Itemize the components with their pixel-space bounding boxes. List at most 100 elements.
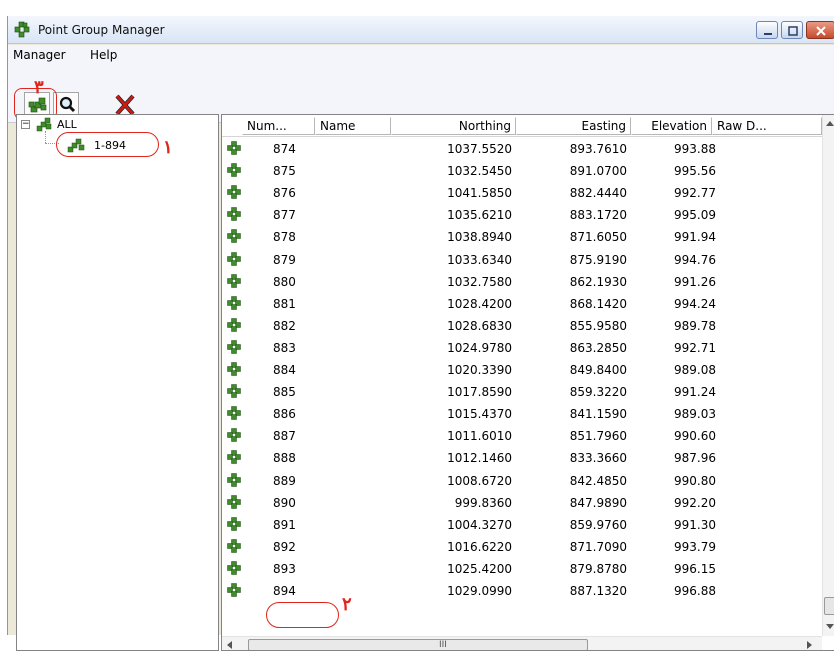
point-number-cell: 891 — [273, 517, 296, 532]
vertical-scrollbar[interactable] — [822, 115, 834, 636]
northing-cell: 1008.6720 — [447, 473, 512, 488]
point-number-cell: 874 — [273, 142, 296, 156]
table-row[interactable]: 878 1038.8940 871.6050 991.94 — [222, 227, 822, 249]
horizontal-scroll-thumb[interactable]: III — [248, 639, 588, 650]
point-number-cell: 875 — [273, 164, 296, 179]
point-icon — [227, 494, 241, 509]
easting-cell: 851.7960 — [569, 429, 627, 444]
delete-button[interactable] — [111, 92, 137, 116]
table-row[interactable]: 883 1024.9780 863.2850 992.71 — [222, 338, 822, 360]
scroll-up-icon[interactable] — [826, 121, 834, 126]
minimize-button[interactable] — [756, 21, 778, 39]
maximize-button[interactable] — [781, 21, 803, 39]
scroll-right-icon[interactable] — [807, 641, 812, 649]
table-row[interactable]: 885 1017.8590 859.3220 991.24 — [222, 382, 822, 404]
table-row[interactable]: 881 1028.4200 868.1420 994.24 — [222, 294, 822, 316]
scroll-left-icon[interactable] — [227, 641, 232, 649]
point-icon — [227, 428, 241, 443]
table-row[interactable]: 894 1029.0990 887.1320 996.88 — [222, 581, 822, 603]
title-bar[interactable]: Point Group Manager — [8, 16, 834, 44]
annotation-ellipse-2 — [266, 602, 339, 628]
table-row[interactable]: 880 1032.7580 862.1930 991.26 — [222, 272, 822, 294]
column-header-easting[interactable]: Easting — [516, 117, 631, 135]
table-row[interactable]: 889 1008.6720 842.4850 990.80 — [222, 471, 822, 493]
northing-cell: 1011.6010 — [447, 429, 512, 444]
easting-cell: 871.7090 — [569, 539, 627, 554]
elevation-cell: 987.96 — [674, 451, 716, 466]
scroll-down-icon[interactable] — [826, 624, 834, 629]
point-icon — [227, 185, 241, 199]
elevation-cell: 991.94 — [674, 230, 716, 245]
easting-cell: 871.6050 — [569, 230, 627, 245]
northing-cell: 1032.7580 — [447, 274, 512, 289]
easting-cell: 859.9760 — [569, 517, 627, 532]
point-group-manager-window: Point Group Manager Manager Help ۳ − ALL… — [7, 16, 834, 651]
easting-cell: 879.8780 — [569, 561, 627, 576]
easting-cell: 833.3660 — [569, 451, 627, 466]
point-number-cell: 878 — [273, 230, 296, 245]
point-number-cell: 888 — [273, 451, 296, 466]
point-number-cell: 889 — [273, 473, 296, 488]
elevation-cell: 993.79 — [674, 539, 716, 554]
table-row[interactable]: 884 1020.3390 849.8400 989.08 — [222, 360, 822, 382]
column-header-name[interactable]: Name — [315, 117, 391, 135]
tree-node-all[interactable]: ALL — [57, 118, 77, 131]
horizontal-scrollbar[interactable]: III — [222, 636, 822, 650]
minimize-icon — [764, 33, 772, 35]
elevation-cell: 991.26 — [674, 274, 716, 289]
table-row[interactable]: 886 1015.4370 841.1590 989.03 — [222, 404, 822, 426]
annotation-number-3: ۳ — [34, 77, 44, 98]
elevation-cell: 992.77 — [674, 186, 716, 201]
table-row[interactable]: 874 1037.5520 893.7610 993.88 — [222, 139, 822, 161]
column-header-elevation[interactable]: Elevation — [631, 117, 712, 135]
vertical-scroll-thumb[interactable] — [824, 597, 834, 615]
elevation-cell: 991.30 — [674, 517, 716, 532]
elevation-cell: 990.80 — [674, 473, 716, 488]
table-row[interactable]: 891 1004.3270 859.9760 991.30 — [222, 515, 822, 537]
menu-manager[interactable]: Manager — [13, 48, 66, 62]
point-number-cell: 887 — [273, 429, 296, 444]
northing-cell: 1012.1460 — [447, 451, 512, 466]
close-button[interactable] — [806, 21, 834, 39]
table-row[interactable]: 888 1012.1460 833.3660 987.96 — [222, 448, 822, 470]
table-row[interactable]: 890 999.8360 847.9890 992.20 — [222, 493, 822, 515]
point-number-cell: 884 — [273, 363, 296, 377]
point-icon — [227, 384, 241, 398]
point-group-icon — [14, 21, 30, 38]
easting-cell: 891.0700 — [569, 164, 627, 179]
column-header-number[interactable]: Num... — [242, 117, 315, 135]
elevation-cell: 994.24 — [674, 296, 716, 311]
column-header-raw-description[interactable]: Raw D... — [712, 117, 822, 135]
maximize-icon — [788, 26, 798, 36]
table-row[interactable]: 876 1041.5850 882.4440 992.77 — [222, 183, 822, 205]
tree-collapse-toggle[interactable]: − — [21, 120, 30, 129]
elevation-cell: 990.60 — [674, 429, 716, 444]
point-icon — [227, 318, 241, 332]
easting-cell: 859.3220 — [569, 385, 627, 400]
point-icon — [227, 561, 241, 575]
annotation-number-1: ۱ — [163, 137, 173, 158]
easting-cell: 882.4440 — [569, 186, 627, 201]
table-row[interactable]: 877 1035.6210 883.1720 995.09 — [222, 205, 822, 227]
table-row[interactable]: 879 1033.6340 875.9190 994.76 — [222, 250, 822, 272]
annotation-ellipse-1 — [56, 132, 159, 157]
point-group-icon — [36, 117, 52, 132]
point-icon — [227, 163, 241, 177]
elevation-cell: 996.15 — [674, 561, 716, 576]
point-number-cell: 886 — [273, 407, 296, 422]
table-row[interactable]: 887 1011.6010 851.7960 990.60 — [222, 426, 822, 448]
table-row[interactable]: 875 1032.5450 891.0700 995.56 — [222, 161, 822, 183]
column-header-northing[interactable]: Northing — [391, 117, 516, 135]
northing-cell: 1032.5450 — [447, 164, 512, 179]
elevation-cell: 992.71 — [674, 340, 716, 355]
point-number-cell: 879 — [273, 252, 296, 267]
menu-help[interactable]: Help — [90, 48, 117, 62]
point-number-cell: 885 — [273, 385, 296, 400]
northing-cell: 1041.5850 — [447, 186, 512, 201]
easting-cell: 842.4850 — [569, 473, 627, 488]
elevation-cell: 994.76 — [674, 252, 716, 267]
table-row[interactable]: 893 1025.4200 879.8780 996.15 — [222, 559, 822, 581]
elevation-cell: 992.20 — [674, 495, 716, 510]
table-row[interactable]: 892 1016.6220 871.7090 993.79 — [222, 537, 822, 559]
table-row[interactable]: 882 1028.6830 855.9580 989.78 — [222, 316, 822, 338]
